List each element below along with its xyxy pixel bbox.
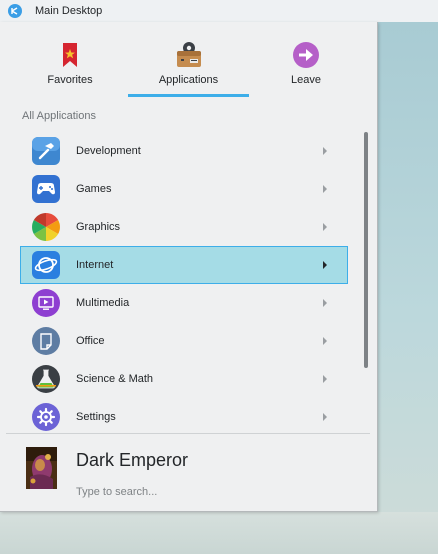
- category-label: Settings: [76, 411, 116, 423]
- chevron-right-icon: [323, 413, 327, 421]
- document-icon: [32, 327, 60, 355]
- chevron-right-icon: [323, 185, 327, 193]
- chevron-right-icon: [323, 223, 327, 231]
- chevron-right-icon: [323, 337, 327, 345]
- applications-briefcase-icon: [176, 42, 201, 67]
- category-office[interactable]: Office: [20, 322, 348, 360]
- chevron-right-icon: [323, 147, 327, 155]
- desktop-background-strip: [378, 22, 438, 554]
- category-science-math[interactable]: Science & Math: [20, 360, 348, 398]
- category-development[interactable]: Development: [20, 132, 348, 170]
- kde-launcher-icon[interactable]: [8, 4, 22, 18]
- application-launcher-panel: Favorites Applications Leave All Applica: [0, 22, 378, 512]
- category-internet[interactable]: Internet: [20, 246, 348, 284]
- category-label: Internet: [76, 259, 114, 271]
- tab-favorites[interactable]: Favorites: [20, 22, 120, 98]
- tab-applications-label: Applications: [158, 74, 219, 86]
- color-wheel-icon: [32, 213, 60, 241]
- window-title: Main Desktop: [35, 5, 103, 17]
- category-graphics[interactable]: Graphics: [20, 208, 348, 246]
- leave-arrow-icon: [293, 42, 319, 68]
- category-label: Science & Math: [76, 373, 154, 385]
- category-games[interactable]: Games: [20, 170, 348, 208]
- chevron-right-icon: [323, 261, 327, 269]
- category-label: Multimedia: [76, 297, 130, 309]
- desktop-background-bottom: [0, 512, 438, 554]
- bookmark-icon: [63, 43, 77, 67]
- gamepad-icon: [32, 175, 60, 203]
- gear-icon: [32, 403, 60, 431]
- category-settings[interactable]: Settings: [20, 398, 348, 436]
- active-tab-indicator: [128, 94, 249, 97]
- category-label: Development: [76, 145, 141, 157]
- hammer-icon: [32, 137, 60, 165]
- tab-leave[interactable]: Leave: [256, 22, 356, 98]
- tab-leave-label: Leave: [291, 74, 321, 86]
- launcher-tabs: Favorites Applications Leave: [0, 22, 378, 98]
- application-category-list: Development Games Graphics Internet Mult…: [20, 132, 348, 436]
- divider: [6, 433, 370, 434]
- search-input[interactable]: [76, 484, 356, 500]
- tab-applications[interactable]: Applications: [128, 22, 249, 98]
- category-multimedia[interactable]: Multimedia: [20, 284, 348, 322]
- avatar[interactable]: [26, 447, 57, 489]
- user-name: Dark Emperor: [76, 450, 189, 470]
- globe-icon: [32, 251, 60, 279]
- media-player-icon: [32, 289, 60, 317]
- chevron-right-icon: [323, 375, 327, 383]
- chevron-right-icon: [323, 299, 327, 307]
- tab-favorites-label: Favorites: [47, 74, 93, 86]
- category-label: Office: [76, 335, 105, 347]
- list-scrollbar[interactable]: [364, 132, 368, 368]
- category-label: Games: [76, 183, 112, 195]
- title-bar: Main Desktop: [0, 0, 438, 22]
- category-label: Graphics: [76, 221, 121, 233]
- section-header: All Applications: [22, 110, 96, 122]
- flask-icon: [32, 365, 60, 393]
